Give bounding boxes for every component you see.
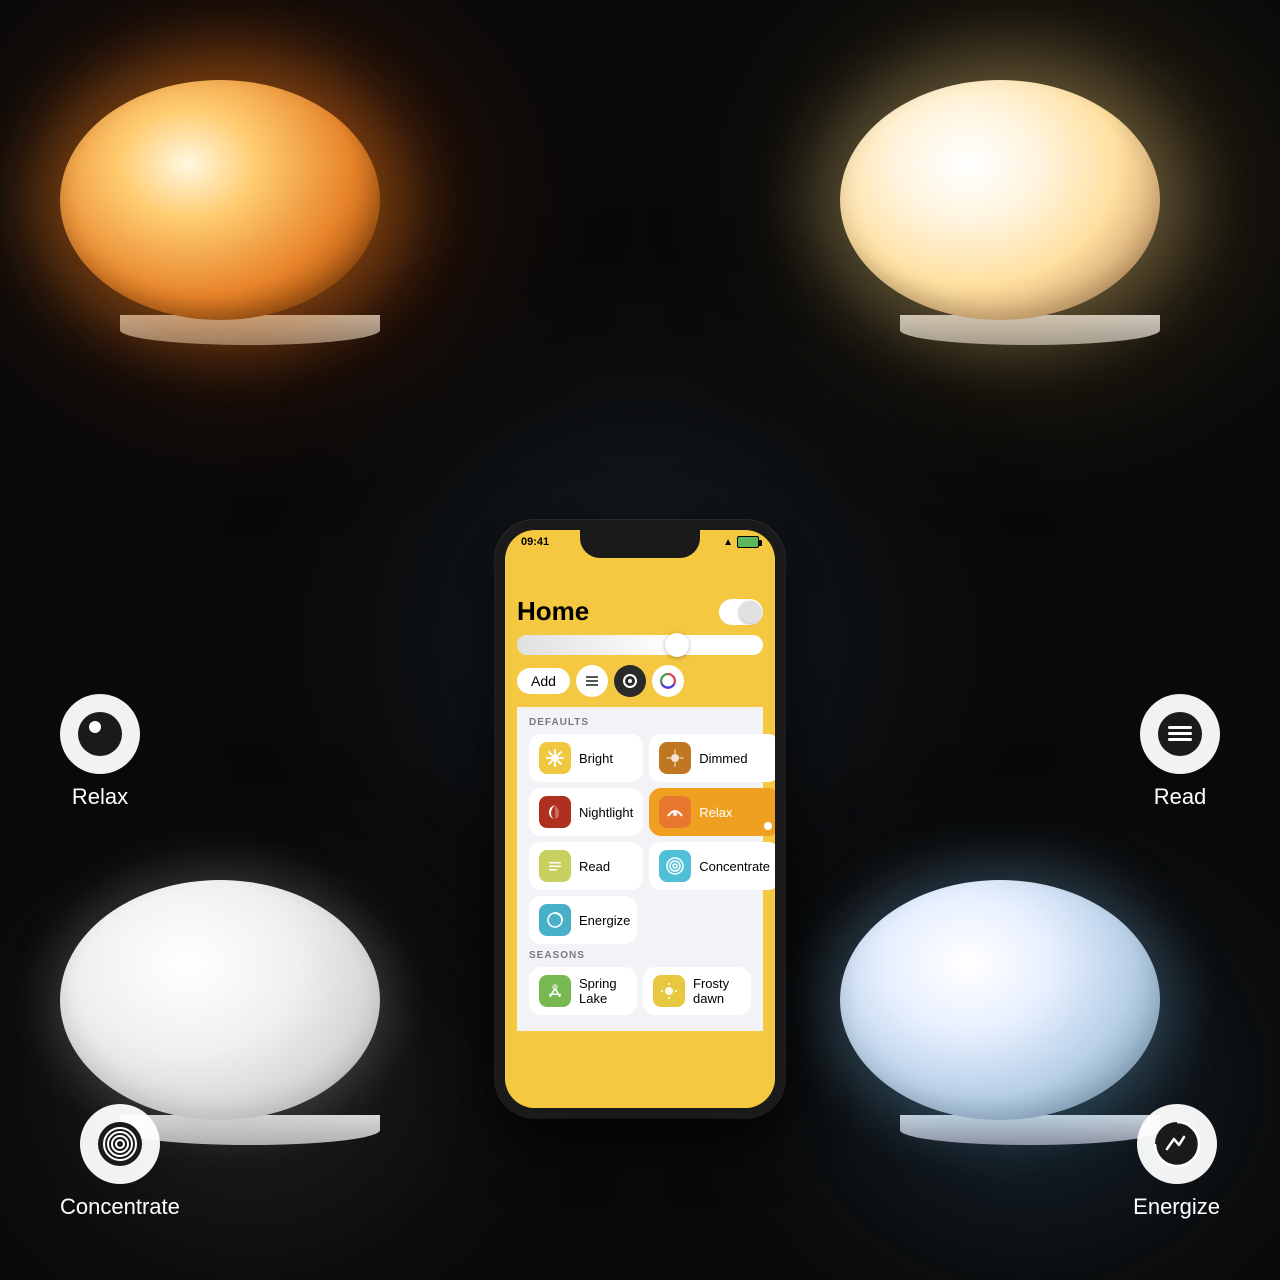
concentrate-scene-icon (659, 850, 691, 882)
nightlight-label: Nightlight (579, 805, 633, 820)
spring-lake-label: Spring Lake (579, 976, 627, 1006)
signal-icon: ▲ (723, 537, 733, 548)
corner-icon-energize[interactable]: Energize (1133, 1104, 1220, 1220)
app-content: Home Add (505, 558, 775, 1108)
lamp-top-right-base (900, 315, 1160, 345)
bright-label: Bright (579, 751, 613, 766)
lamp-bottom-right-body (840, 880, 1160, 1120)
corner-icon-relax[interactable]: Relax (60, 694, 140, 810)
phone-screen: 09:41 ▲ Home (505, 530, 775, 1108)
read-scene-icon (539, 850, 571, 882)
frosty-dawn-icon (653, 975, 685, 1007)
status-time: 09:41 (521, 536, 549, 548)
lamp-top-left-base (120, 315, 380, 345)
relax-scene-label: Relax (699, 805, 732, 820)
nightlight-icon (539, 796, 571, 828)
energize-scene-icon (539, 904, 571, 936)
read-scene-label: Read (579, 859, 610, 874)
toolbar: Add (517, 665, 763, 697)
scene-nightlight[interactable]: Nightlight (529, 788, 643, 836)
energize-scene-label: Energize (579, 913, 630, 928)
scenes-section: DEFAULTS (517, 707, 763, 1031)
toggle-knob (739, 601, 761, 623)
spring-lake-icon (539, 975, 571, 1007)
app-header: Home (517, 596, 763, 627)
concentrate-scene-label: Concentrate (699, 859, 770, 874)
battery-icon (737, 536, 759, 548)
dimmed-label: Dimmed (699, 751, 747, 766)
bright-icon (539, 742, 571, 774)
scene-bright[interactable]: Bright (529, 734, 643, 782)
frosty-dawn-label: Frosty dawn (693, 976, 741, 1006)
defaults-section-label: DEFAULTS (529, 717, 751, 728)
brightness-knob (665, 633, 689, 657)
relax-scene-icon (659, 796, 691, 828)
scene-dimmed[interactable]: Dimmed (649, 734, 775, 782)
home-toggle[interactable] (719, 599, 763, 625)
add-button[interactable]: Add (517, 668, 570, 694)
lamp-bottom-right-base (900, 1115, 1160, 1145)
scene-frosty-dawn[interactable]: Frosty dawn (643, 967, 751, 1015)
relax-label: Relax (72, 784, 128, 810)
scene-read[interactable]: Read (529, 842, 643, 890)
color-view-button[interactable] (652, 665, 684, 697)
seasons-grid: Spring Lake (529, 967, 751, 1015)
lamp-top-right-body (840, 80, 1160, 320)
concentrate-icon-circle (80, 1104, 160, 1184)
phone-outer: 09:41 ▲ Home (495, 520, 785, 1118)
dimmed-icon (659, 742, 691, 774)
seasons-section-label: SEASONS (529, 950, 751, 961)
app-title: Home (517, 596, 589, 627)
corner-icon-concentrate[interactable]: Concentrate (60, 1104, 180, 1220)
scene-energize[interactable]: Energize (529, 896, 637, 944)
relax-icon-circle (60, 694, 140, 774)
list-view-button[interactable] (576, 665, 608, 697)
lamp-top-left (60, 80, 440, 360)
relax-edit-dot (764, 822, 772, 830)
corner-icon-read[interactable]: Read (1140, 694, 1220, 810)
lamp-top-left-body (60, 80, 380, 320)
brightness-slider[interactable] (517, 635, 763, 655)
energize-icon-circle (1137, 1104, 1217, 1184)
concentrate-label: Concentrate (60, 1194, 180, 1220)
scene-spring-lake[interactable]: Spring Lake (529, 967, 637, 1015)
brightness-fill (517, 635, 677, 655)
defaults-grid: Bright (529, 734, 751, 890)
lamp-top-right (840, 80, 1220, 360)
lamp-bottom-left-body (60, 880, 380, 1120)
phone: 09:41 ▲ Home (495, 520, 785, 1118)
read-label: Read (1154, 784, 1207, 810)
read-icon-circle (1140, 694, 1220, 774)
phone-notch (580, 530, 700, 558)
status-right: ▲ (723, 536, 759, 548)
scene-relax[interactable]: Relax (649, 788, 775, 836)
scene-concentrate[interactable]: Concentrate (649, 842, 775, 890)
energize-label: Energize (1133, 1194, 1220, 1220)
scene-view-button[interactable] (614, 665, 646, 697)
